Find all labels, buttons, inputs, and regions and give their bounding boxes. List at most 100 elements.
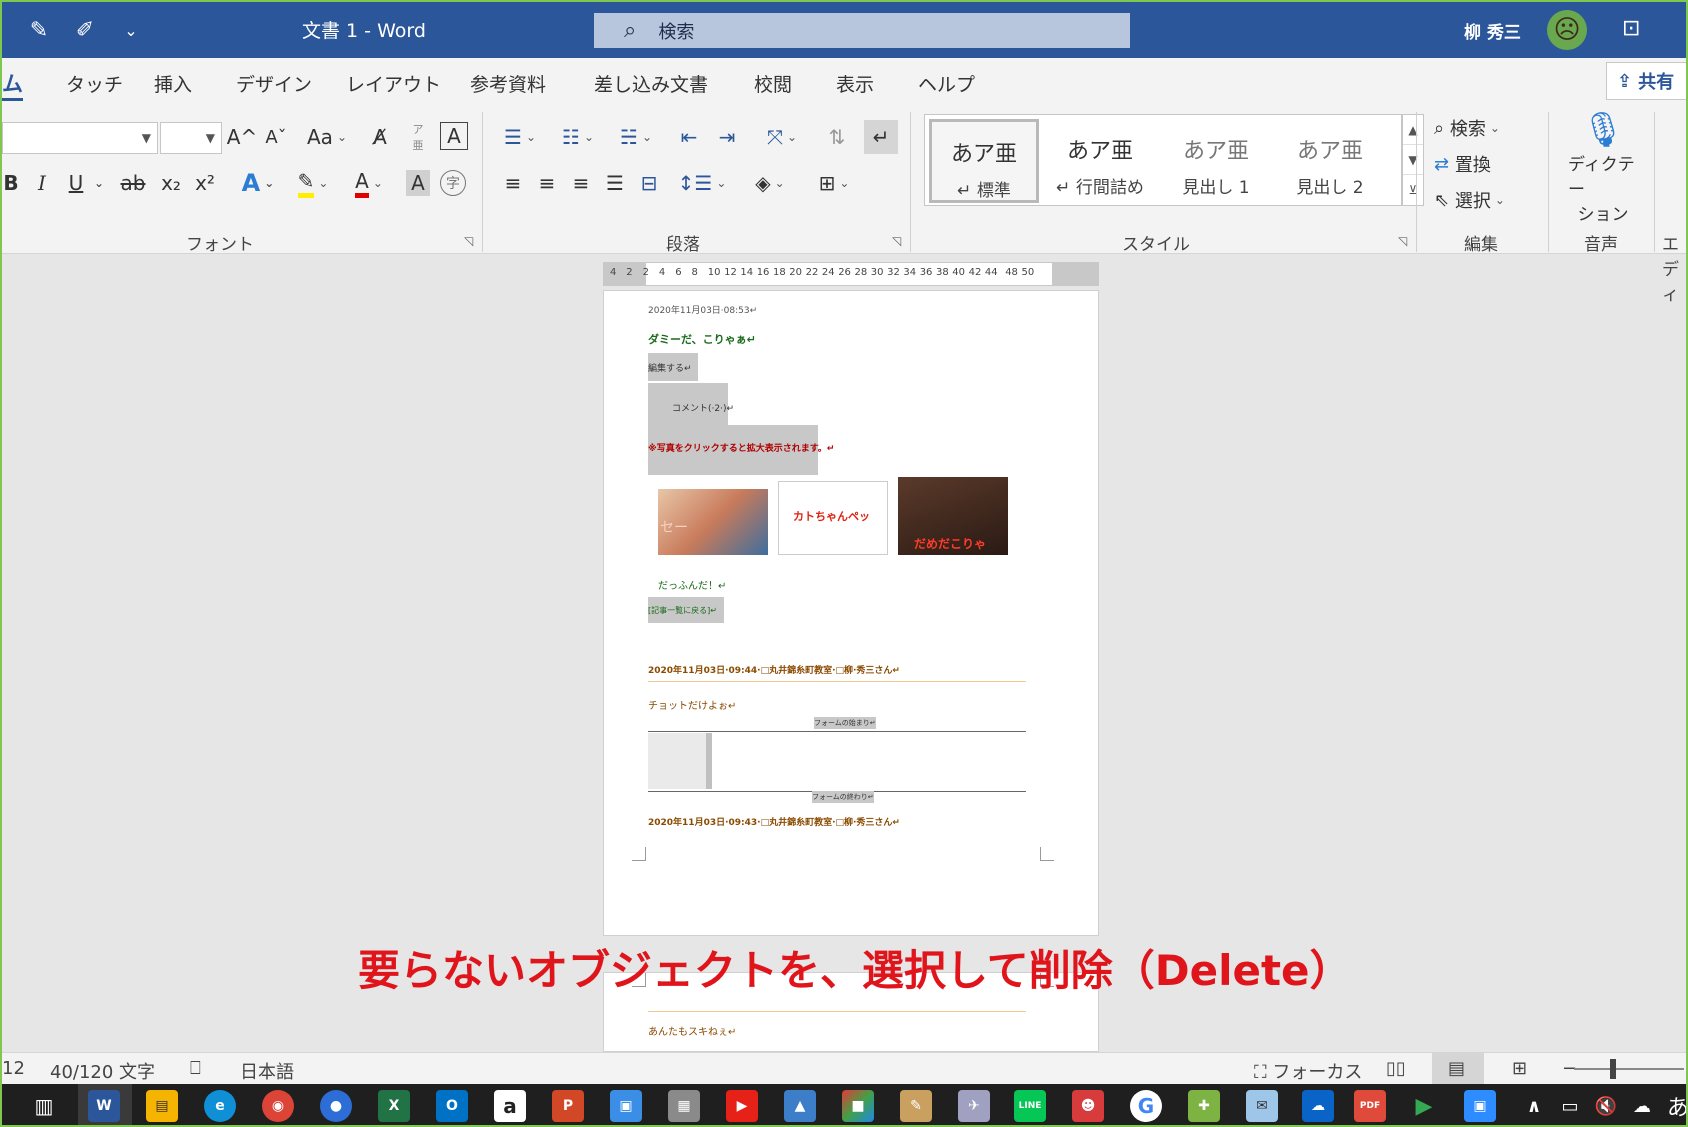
zoom-slider[interactable] (1574, 1068, 1684, 1070)
ribbon-display-options-icon[interactable]: ⊡ (1622, 16, 1640, 41)
form-textarea[interactable] (648, 733, 712, 789)
zoom-app-icon[interactable]: ▣ (1464, 1090, 1496, 1122)
word-count[interactable]: 40/120 文字 (50, 1058, 155, 1084)
image-viewer-icon[interactable]: ▲ (784, 1090, 816, 1122)
app-icon[interactable]: ▦ (668, 1090, 700, 1122)
language-indicator[interactable]: 日本語 (240, 1058, 294, 1084)
align-center-icon[interactable]: ≡ (532, 168, 562, 198)
avatar[interactable]: ☹ (1547, 10, 1587, 50)
tab-review[interactable]: 校閲 (754, 70, 792, 97)
style-heading-1[interactable]: あア亜 見出し 1 (1161, 119, 1271, 203)
style-heading-2[interactable]: あア亜 見出し 2 (1275, 119, 1385, 203)
tab-mailings[interactable]: 差し込み文書 (594, 70, 708, 97)
page-indicator[interactable]: 12 (2, 1058, 25, 1079)
align-right-icon[interactable]: ≡ (566, 168, 596, 198)
paint-app-icon[interactable]: ■ (842, 1090, 874, 1122)
focus-button[interactable]: ⛶ フォーカス (1254, 1058, 1362, 1084)
style-no-spacing[interactable]: あア亜 ↵ 行間詰め (1045, 119, 1155, 203)
onedrive-app-icon[interactable]: ☁ (1302, 1090, 1334, 1122)
photos-app-icon[interactable]: ▣ (610, 1090, 642, 1122)
horizontal-ruler[interactable]: 4 2 2 4 6 8 10 12 14 16 18 20 22 24 26 28 30 32 34 36 38 40 42… (603, 262, 1099, 286)
superscript-button[interactable]: x² (192, 168, 218, 198)
tab-insert[interactable]: 挿入 (154, 70, 192, 97)
subscript-button[interactable]: x₂ (158, 168, 184, 198)
pdf-converter-icon[interactable]: PDF (1354, 1090, 1386, 1122)
tab-help[interactable]: ヘルプ (918, 70, 975, 97)
edit-link[interactable]: 編集する↵ (648, 353, 698, 381)
file-explorer-icon[interactable]: ▤ (146, 1090, 178, 1122)
line-app-icon[interactable]: LINE (1014, 1090, 1046, 1122)
read-mode-icon[interactable]: ▯▯ (1386, 1058, 1406, 1079)
ime-indicator[interactable]: あ (1662, 1090, 1686, 1122)
line-spacing-button[interactable]: ↕☰ ⌄ (678, 168, 727, 198)
share-button[interactable]: ⇪ 共有 (1606, 62, 1686, 100)
web-layout-icon[interactable]: ⊞ (1512, 1058, 1527, 1079)
tab-design[interactable]: デザイン (236, 70, 312, 97)
phonetic-guide-button[interactable]: ア亜 (408, 120, 428, 154)
align-left-icon[interactable]: ≡ (498, 168, 528, 198)
edit-doc-icon[interactable]: ✎ (24, 16, 54, 44)
grow-font-button[interactable]: A^ (227, 122, 257, 152)
clear-formatting-icon[interactable]: A̸ (366, 122, 394, 152)
underline-dropdown-icon[interactable]: ⌄ (92, 168, 106, 198)
sort-icon[interactable]: ⇅ (822, 122, 852, 152)
select-button[interactable]: ⇖ 選択 ⌄ (1434, 184, 1505, 216)
excel-app-icon[interactable]: X (378, 1090, 410, 1122)
google-app-icon[interactable]: G (1130, 1090, 1162, 1122)
font-dialog-launcher-icon[interactable]: ◹ (464, 234, 473, 248)
print-layout-button[interactable]: ▤ (1432, 1053, 1484, 1085)
strikethrough-button[interactable]: ab (118, 168, 148, 198)
style-gallery-scroll[interactable]: ▲ ▼ ⊻ (1402, 114, 1424, 206)
battery-icon[interactable]: ▭ (1554, 1090, 1586, 1122)
show-marks-icon[interactable]: ↵ (864, 120, 898, 154)
replace-button[interactable]: ⇄ 置換 (1434, 148, 1491, 180)
chevron-up-icon[interactable]: ▲ (1403, 115, 1423, 145)
word-app-icon[interactable]: W (88, 1090, 120, 1122)
text-effects-button[interactable]: A ⌄ (234, 168, 282, 198)
more-styles-icon[interactable]: ⊻ (1403, 175, 1423, 205)
style-normal[interactable]: あア亜 ↵ 標準 (929, 119, 1039, 203)
tray-chevron-up-icon[interactable]: ∧ (1518, 1090, 1550, 1122)
chevron-down-icon[interactable]: ▼ (1403, 145, 1423, 175)
user-name[interactable]: 柳 秀三 (1464, 18, 1521, 43)
document-page[interactable]: 2020年11月03日·08:53↵ ダミーだ、こりゃぁ↵ 編集する↵ コメント… (603, 290, 1099, 936)
app-icon[interactable]: ✈ (958, 1090, 990, 1122)
powerpoint-app-icon[interactable]: P (552, 1090, 584, 1122)
outlook-app-icon[interactable]: O (436, 1090, 468, 1122)
task-view-icon[interactable]: ▥ (28, 1090, 60, 1122)
underline-button[interactable]: U (64, 168, 88, 198)
character-shading-button[interactable]: A (406, 170, 430, 196)
change-case-button[interactable]: Aa ⌄ (304, 122, 350, 152)
font-size-input[interactable]: ▼ (160, 122, 222, 154)
chrome-browser-icon[interactable]: ◉ (262, 1090, 294, 1122)
shrink-font-button[interactable]: Aˇ (262, 122, 290, 152)
edit-mode-icon[interactable]: ✐ (70, 16, 100, 44)
amazon-app-icon[interactable]: a (494, 1090, 526, 1122)
highlight-button[interactable]: ✎ ⌄ (288, 168, 338, 198)
font-color-button[interactable]: A ⌄ (344, 168, 394, 198)
increase-indent-icon[interactable]: ⇥ (712, 122, 742, 152)
cloud-icon[interactable]: ☁ (1626, 1090, 1658, 1122)
italic-button[interactable]: I (30, 168, 54, 198)
numbering-button[interactable]: ☷ ⌄ (554, 122, 602, 152)
customize-qat-icon[interactable]: ⌄ (116, 16, 146, 44)
volume-muted-icon[interactable]: 🔇 (1590, 1090, 1622, 1122)
photo-1[interactable]: セー (658, 489, 768, 555)
shading-button[interactable]: ◈ ⌄ (742, 168, 798, 198)
tab-home[interactable]: ム (2, 68, 23, 101)
back-to-list-link[interactable]: [記事一覧に戻る]↵ (648, 597, 724, 623)
distributed-icon[interactable]: ⊟ (634, 168, 664, 198)
chevron-down-icon[interactable]: ▼ (142, 131, 151, 145)
find-button[interactable]: ⌕ 検索 ⌄ (1434, 112, 1500, 144)
enclose-characters-button[interactable]: 字 (440, 170, 466, 196)
photo-3[interactable]: だめだこりゃ (898, 477, 1008, 555)
search-box[interactable]: ⌕ 検索 (594, 13, 1130, 48)
tab-layout[interactable]: レイアウト (346, 70, 441, 97)
justify-icon[interactable]: ☰ (600, 168, 630, 198)
comment-link[interactable]: コメント(·2·)↵ (648, 383, 734, 425)
proofing-icon[interactable]: ⎕ (190, 1058, 201, 1079)
mail-app-icon[interactable]: ✉ (1246, 1090, 1278, 1122)
maps-app-icon[interactable]: ✚ (1188, 1090, 1220, 1122)
borders-button[interactable]: ⊞ ⌄ (806, 168, 862, 198)
youtube-app-icon[interactable]: ▶ (726, 1090, 758, 1122)
